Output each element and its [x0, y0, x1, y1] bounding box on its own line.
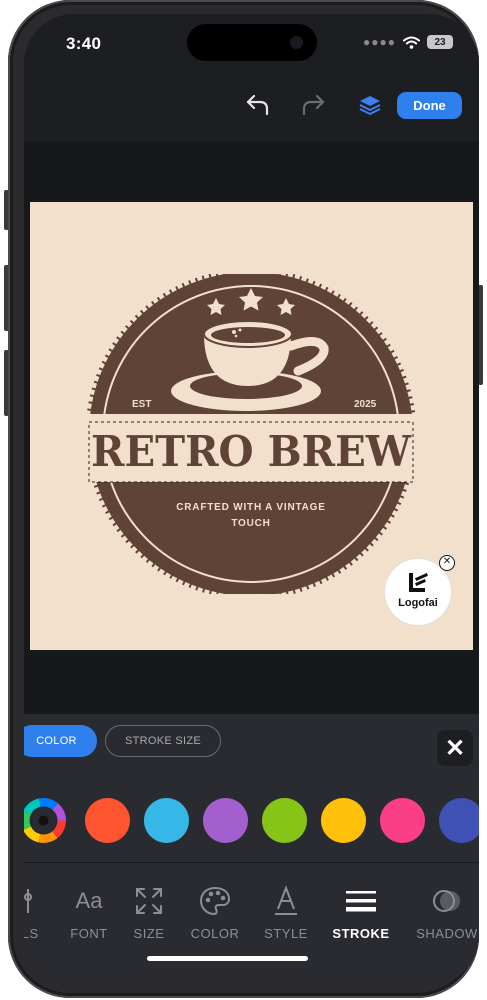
- dynamic-island: [187, 24, 317, 61]
- canvas-area: EST 2025 RETRO BREW CRAFTED WITH A VINTA…: [24, 141, 479, 714]
- tab-font[interactable]: Aa FONT: [57, 882, 121, 941]
- status-icons: ●●●● 23: [363, 35, 453, 49]
- status-bar: 3:40 ●●●● 23: [24, 14, 479, 70]
- controls-icon: [24, 889, 32, 913]
- tab-stroke-label: STROKE: [332, 926, 390, 941]
- logo-tagline-2: TOUCH: [231, 518, 270, 529]
- tab-style[interactable]: STYLE: [254, 882, 318, 941]
- swatch-orange-red[interactable]: [85, 798, 130, 843]
- done-button[interactable]: Done: [397, 92, 462, 119]
- close-panel-button[interactable]: ✕: [437, 730, 473, 766]
- panel-divider: [24, 862, 479, 863]
- status-time: 3:40: [66, 34, 102, 53]
- watermark-close-icon[interactable]: ✕: [439, 555, 455, 571]
- color-wheel-icon[interactable]: [24, 798, 66, 843]
- tab-size[interactable]: SIZE: [117, 882, 181, 941]
- camera-icon: [290, 36, 303, 49]
- stroke-size-chip[interactable]: STROKE SIZE: [105, 725, 221, 757]
- tab-font-label: FONT: [70, 926, 108, 941]
- layers-icon[interactable]: [355, 90, 385, 120]
- tab-style-label: STYLE: [264, 926, 308, 941]
- tab-shadow[interactable]: SHADOW: [415, 882, 479, 941]
- home-indicator: [147, 956, 308, 961]
- logo-title: RETRO BREW: [91, 427, 412, 476]
- logo-est: EST: [132, 399, 151, 410]
- tab-controls[interactable]: ROLS: [24, 882, 52, 941]
- redo-icon[interactable]: [298, 90, 328, 120]
- resize-icon: [136, 888, 162, 914]
- undo-icon[interactable]: [243, 90, 273, 120]
- swatch-sky-blue[interactable]: [144, 798, 189, 843]
- swatch-lime[interactable]: [262, 798, 307, 843]
- color-chip[interactable]: COLOR: [24, 725, 97, 757]
- stroke-panel: COLOR STROKE SIZE ✕ LS Aa FONT SIZE COLO…: [24, 714, 479, 986]
- font-icon: Aa: [75, 888, 103, 913]
- swatch-pink[interactable]: [380, 798, 425, 843]
- tab-size-label: SIZE: [133, 926, 165, 941]
- tab-controls-label: ROLS: [24, 926, 39, 941]
- wifi-icon: [403, 36, 420, 49]
- logo-year: 2025: [354, 399, 377, 410]
- color-swatches: [24, 798, 479, 844]
- watermark-badge: Logofai ✕: [384, 555, 455, 626]
- logofai-logo-icon: [409, 573, 428, 592]
- signal-icon: ●●●●: [363, 35, 396, 49]
- artboard[interactable]: EST 2025 RETRO BREW CRAFTED WITH A VINTA…: [30, 202, 473, 650]
- close-icon: ✕: [444, 734, 466, 762]
- palette-icon: [199, 886, 231, 916]
- retro-brew-logo[interactable]: EST 2025 RETRO BREW CRAFTED WITH A VINTA…: [86, 274, 416, 594]
- swatch-yellow[interactable]: [321, 798, 366, 843]
- phone-frame: 3:40 ●●●● 23 Done EST 2025 RETRO BREW CR…: [8, 0, 479, 998]
- tab-shadow-label: SHADOW: [416, 926, 478, 941]
- shadow-icon: [433, 890, 460, 912]
- tab-color-label: COLOR: [190, 926, 240, 941]
- watermark-label: Logofai: [398, 597, 438, 609]
- screen: 3:40 ●●●● 23 Done EST 2025 RETRO BREW CR…: [24, 14, 479, 986]
- editor-toolbar: Done: [24, 84, 479, 128]
- battery-icon: 23: [427, 35, 453, 49]
- stroke-icon: [346, 891, 376, 912]
- swatch-purple[interactable]: [203, 798, 248, 843]
- tab-color[interactable]: COLOR: [183, 882, 247, 941]
- text-style-icon: [275, 885, 297, 915]
- tab-stroke[interactable]: STROKE: [329, 882, 393, 941]
- swatch-indigo[interactable]: [439, 798, 479, 843]
- property-tabs: ROLS Aa FONT SIZE COLOR STYLE: [24, 882, 479, 962]
- logo-tagline-1: CRAFTED WITH A VINTAGE: [176, 502, 325, 513]
